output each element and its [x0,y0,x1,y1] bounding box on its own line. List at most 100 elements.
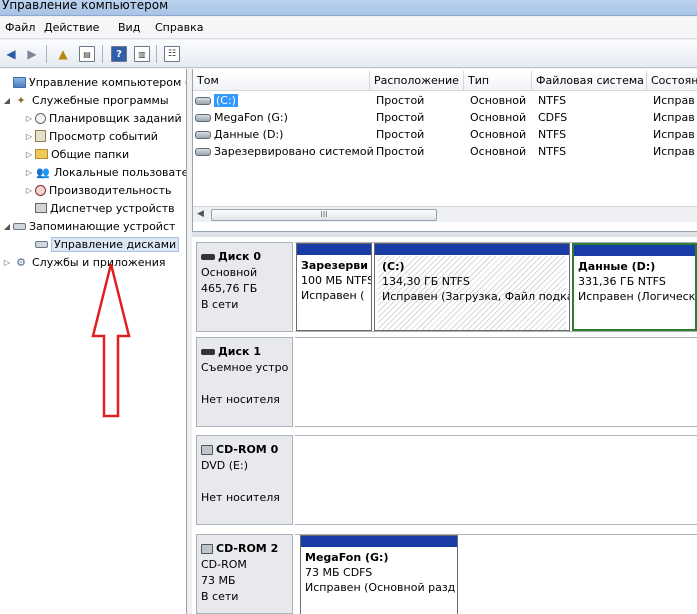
toolbar-separator [102,45,103,63]
disk-size: 465,76 ГБ [201,282,258,295]
show-tree-icon[interactable]: ▤ [79,46,95,62]
expand-icon[interactable]: ▷ [2,258,12,267]
tree-item-performance[interactable]: ▷ Производительность [24,181,172,199]
tree-item-task-scheduler[interactable]: ▷ Планировщик заданий [24,109,182,127]
scroll-left-icon[interactable]: ◀ [197,209,204,219]
partition-reserved[interactable]: Зарезерви 100 МБ NTFS Исправен ( [296,243,372,331]
partition-bar [297,244,371,255]
column-header-filesystem[interactable]: Файловая система [532,71,647,91]
title-bar: Управление компьютером [0,0,697,16]
tree-item-shared-folders[interactable]: ▷ Общие папки [24,145,129,163]
partition-d[interactable]: Данные (D:) 331,36 ГБ NTFS Исправен (Лог… [572,243,697,331]
collapse-icon[interactable]: ◢ [2,222,12,231]
partition-info: 331,36 ГБ NTFS [578,275,666,288]
volume-name: (C:) [214,94,238,107]
action-pane-icon[interactable]: ▥ [134,46,150,62]
toolbar-separator [156,45,157,63]
column-header-layout[interactable]: Расположение [370,71,464,91]
partition-g[interactable]: MegaFon (G:) 73 МБ CDFS Исправен (Основн… [300,535,458,614]
disk-0-label[interactable]: Диск 0 Основной 465,76 ГБ В сети [196,242,293,332]
disk-name: Диск 1 [218,345,261,358]
disk-1-label[interactable]: Диск 1 Съемное устро Нет носителя [196,337,293,427]
volume-cell: Данные (D:) [195,128,365,141]
table-row[interactable]: (C:) Простой Основной NTFS Исправ [193,93,697,110]
collapse-icon[interactable]: ◢ [2,96,12,105]
disk-1-empty [295,337,697,427]
forward-icon[interactable]: ▶ [24,46,40,62]
expand-icon[interactable]: ▷ [24,168,34,177]
layout-cell: Простой [376,94,425,107]
up-folder-icon[interactable]: ▲ [55,46,71,62]
tree-item-label: Служебные программы [32,93,169,107]
expand-icon[interactable]: ▷ [24,132,34,141]
disk-name: CD-ROM 0 [216,443,279,456]
back-icon[interactable]: ◀ [3,46,19,62]
tree-item-label: Общие папки [51,147,130,161]
fs-cell: NTFS [538,145,567,158]
partition-name: Данные (D:) [578,260,656,273]
disk-size: 73 МБ [201,574,236,587]
disk-status: В сети [201,590,239,603]
horizontal-scrollbar[interactable]: ◀ III [193,206,697,222]
cdrom-2-label[interactable]: CD-ROM 2 CD-ROM 73 МБ В сети [196,534,293,614]
partition-name: (C:) [382,260,405,273]
tree-item-disk-management[interactable]: Управление дисками [24,235,180,253]
toolbar-separator [46,45,47,63]
tree-item-services[interactable]: ▷ ⚙ Службы и приложения [2,253,166,271]
partition-status: Исправен (Основной разд [305,581,456,594]
tree-item-label: Производительность [49,183,172,197]
event-log-icon [35,130,46,142]
column-header-volume[interactable]: Том [193,71,370,91]
drive-icon [195,114,211,122]
status-cell: Исправ [653,111,695,124]
partition-info: 134,30 ГБ NTFS [382,275,470,288]
cdrom-icon [201,445,213,455]
type-cell: Основной [470,128,527,141]
menu-file[interactable]: Файл [5,21,35,34]
tree-item-local-users[interactable]: ▷ 👥 Локальные пользовате [24,163,186,181]
table-row[interactable]: MegaFon (G:) Простой Основной CDFS Испра… [193,110,697,127]
status-cell: Исправ [653,128,695,141]
tree-item-event-viewer[interactable]: ▷ Просмотр событий [24,127,158,145]
partition-bar [375,244,569,255]
cdrom-icon [201,544,213,554]
partition-bar [574,245,695,256]
window-title: Управление компьютером [2,0,169,12]
table-row[interactable]: Зарезервировано системой Простой Основно… [193,144,697,161]
expand-icon[interactable]: ▷ [24,186,34,195]
tree-item-device-manager[interactable]: Диспетчер устройств [24,199,175,217]
drive-icon [195,148,211,156]
column-header-type[interactable]: Тип [464,71,532,91]
menu-view[interactable]: Вид [118,21,140,34]
tree-item-label: Управление компьютером (л [29,75,187,89]
menu-action[interactable]: Действие [44,21,99,34]
help-icon[interactable]: ? [111,46,127,62]
tree-item-computer-management[interactable]: Управление компьютером (л [2,73,187,91]
properties-icon[interactable]: ☷ [164,46,180,62]
cdrom-0-empty [295,435,697,525]
layout-cell: Простой [376,111,425,124]
layout-cell: Простой [376,145,425,158]
tree-item-label: Диспетчер устройств [50,201,175,215]
expand-icon[interactable]: ▷ [24,114,34,123]
cdrom-0-label[interactable]: CD-ROM 0 DVD (E:) Нет носителя [196,435,293,525]
tree-item-utilities[interactable]: ◢ ✦ Служебные программы [2,91,169,109]
disk-type: Основной [201,266,258,279]
storage-icon [13,222,26,230]
disk-type: CD-ROM [201,558,247,571]
drive-icon [195,97,211,105]
tree-item-storage[interactable]: ◢ Запоминающие устройст [2,217,176,235]
hard-disk-icon [201,254,215,260]
column-header-status[interactable]: Состоян [647,71,697,91]
tree-item-label: Просмотр событий [49,129,158,143]
scrollbar-thumb[interactable]: III [211,209,437,221]
fs-cell: NTFS [538,94,567,107]
partition-status: Исправен ( [301,289,365,302]
removable-disk-icon [201,349,215,355]
expand-icon[interactable]: ▷ [24,150,34,159]
partition-c[interactable]: (C:) 134,30 ГБ NTFS Исправен (Загрузка, … [374,243,570,331]
menu-help[interactable]: Справка [155,21,203,34]
partition-name: MegaFon (G:) [305,551,389,564]
table-row[interactable]: Данные (D:) Простой Основной NTFS Исправ [193,127,697,144]
disk-name: Диск 0 [218,250,261,263]
